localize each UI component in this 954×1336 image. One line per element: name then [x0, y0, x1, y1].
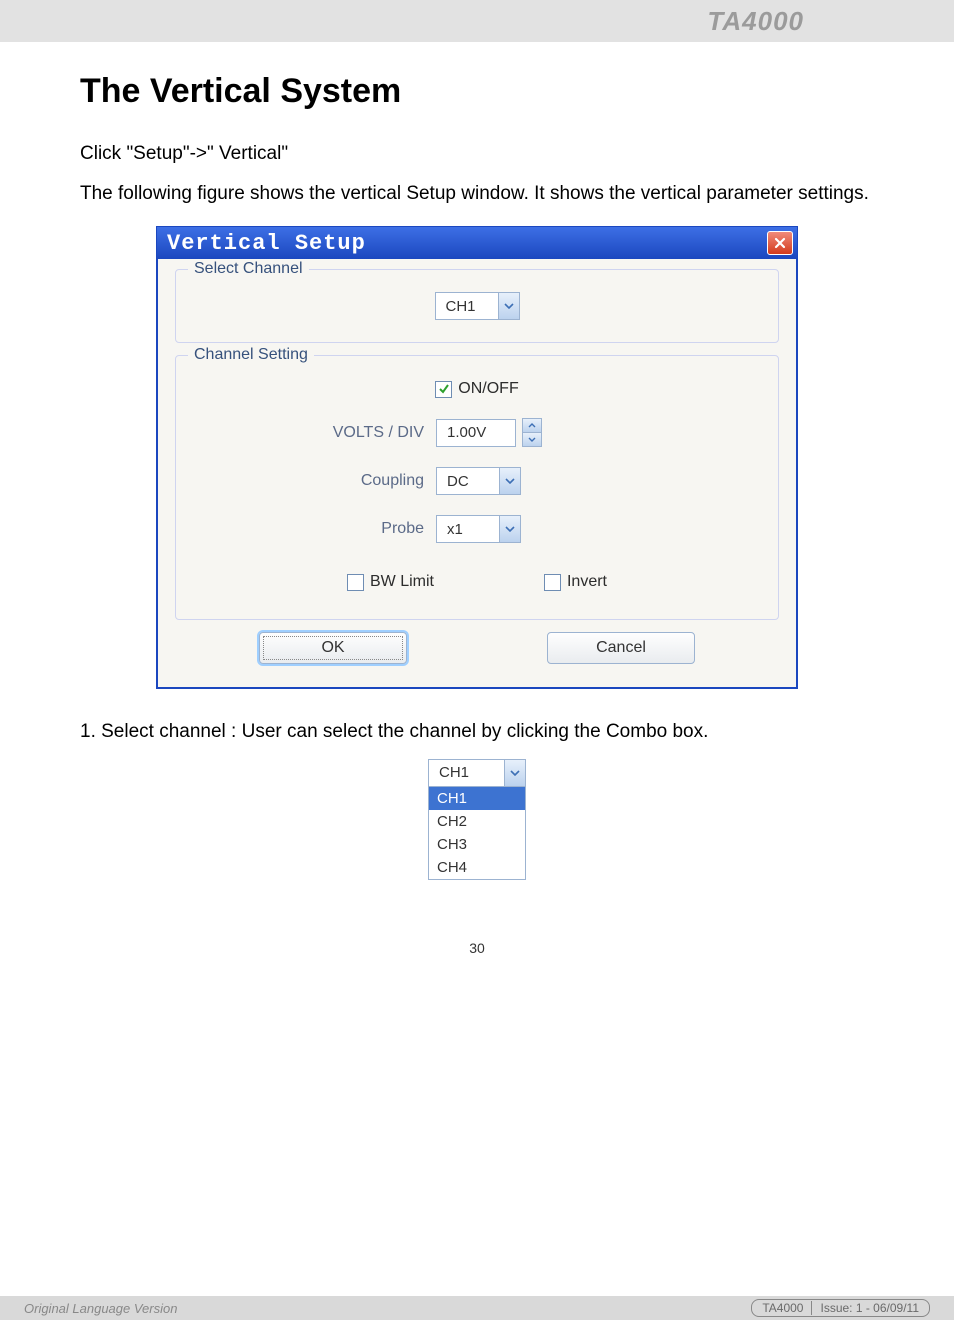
chevron-down-icon — [510, 770, 520, 776]
note-select-channel: 1. Select channel : User can select the … — [80, 719, 874, 745]
channel-dropdown-list: CH1 CH2 CH3 CH4 — [429, 786, 525, 879]
select-channel-group: Select Channel CH1 — [175, 269, 779, 343]
page-title: The Vertical System — [80, 72, 874, 111]
onoff-checkbox-box[interactable] — [435, 381, 452, 398]
bwlimit-label: BW Limit — [370, 573, 434, 591]
coupling-select-value: DC — [437, 468, 499, 494]
probe-select-value: x1 — [437, 516, 499, 542]
coupling-label: Coupling — [194, 472, 436, 490]
chevron-down-icon — [504, 303, 514, 309]
bwlimit-checkbox-box[interactable] — [347, 574, 364, 591]
chevron-down-icon — [505, 478, 515, 484]
channel-dropdown-value: CH1 — [429, 760, 504, 786]
channel-dropdown-item[interactable]: CH1 — [429, 787, 525, 810]
product-name: TA4000 — [707, 6, 804, 37]
chevron-down-icon — [505, 526, 515, 532]
select-channel-legend: Select Channel — [188, 260, 309, 278]
check-icon — [438, 383, 450, 395]
volts-div-up-button[interactable] — [522, 418, 542, 433]
footer-info-box: TA4000 Issue: 1 - 06/09/11 — [751, 1299, 930, 1317]
invert-checkbox[interactable]: Invert — [544, 573, 607, 591]
dialog-title-bar: Vertical Setup — [157, 227, 797, 259]
channel-dropdown-button[interactable] — [504, 760, 525, 786]
footer-product: TA4000 — [762, 1301, 803, 1315]
onoff-label: ON/OFF — [458, 380, 518, 398]
coupling-select-button[interactable] — [499, 468, 520, 494]
doc-header-bar: TA4000 — [0, 0, 954, 42]
volts-div-label: VOLTS / DIV — [194, 424, 436, 442]
ok-button[interactable]: OK — [259, 632, 407, 664]
chevron-up-icon — [528, 423, 536, 428]
volts-div-down-button[interactable] — [522, 433, 542, 447]
channel-select-button[interactable] — [498, 293, 519, 319]
channel-dropdown-expanded[interactable]: CH1 CH1 CH2 CH3 CH4 — [428, 759, 526, 880]
invert-label: Invert — [567, 573, 607, 591]
channel-setting-legend: Channel Setting — [188, 346, 314, 364]
probe-label: Probe — [194, 520, 436, 538]
probe-select[interactable]: x1 — [436, 515, 521, 543]
doc-footer: Original Language Version TA4000 Issue: … — [0, 1296, 954, 1320]
chevron-down-icon — [528, 437, 536, 442]
invert-checkbox-box[interactable] — [544, 574, 561, 591]
volts-div-spinner[interactable]: 1.00V — [436, 418, 542, 447]
dialog-title: Vertical Setup — [167, 231, 366, 256]
vertical-setup-dialog: Vertical Setup Select Channel CH1 — [156, 226, 798, 689]
close-icon — [774, 237, 786, 249]
onoff-checkbox[interactable]: ON/OFF — [435, 380, 518, 398]
channel-dropdown-item[interactable]: CH4 — [429, 856, 525, 879]
channel-dropdown-item[interactable]: CH2 — [429, 810, 525, 833]
channel-dropdown-item[interactable]: CH3 — [429, 833, 525, 856]
page-number: 30 — [80, 940, 874, 956]
channel-select-value: CH1 — [436, 293, 498, 319]
intro-text-2: The following figure shows the vertical … — [80, 181, 874, 207]
probe-select-button[interactable] — [499, 516, 520, 542]
volts-div-value[interactable]: 1.00V — [436, 419, 516, 447]
coupling-select[interactable]: DC — [436, 467, 521, 495]
intro-text-1: Click "Setup"->" Vertical" — [80, 141, 874, 167]
channel-setting-group: Channel Setting ON/OFF VOLTS / DIV — [175, 355, 779, 620]
channel-select[interactable]: CH1 — [435, 292, 520, 320]
bwlimit-checkbox[interactable]: BW Limit — [347, 573, 434, 591]
footer-left-text: Original Language Version — [24, 1301, 177, 1316]
footer-issue: Issue: 1 - 06/09/11 — [820, 1301, 919, 1315]
close-button[interactable] — [767, 231, 793, 255]
cancel-button[interactable]: Cancel — [547, 632, 695, 664]
